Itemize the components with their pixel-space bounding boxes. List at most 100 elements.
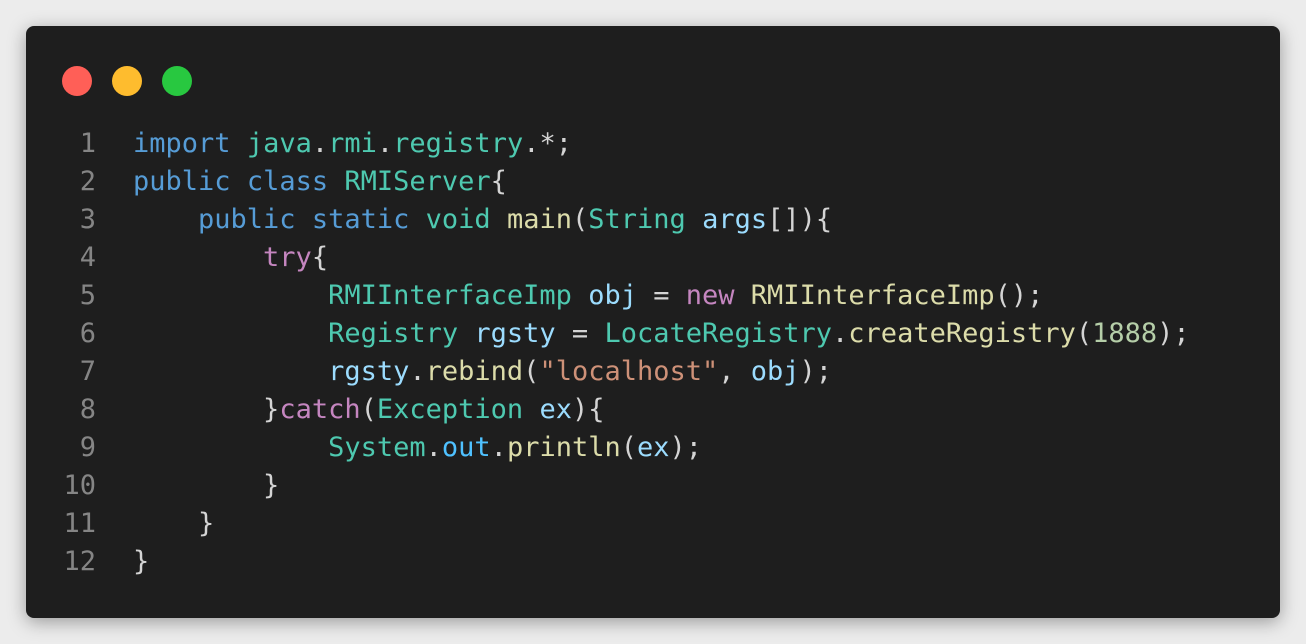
code-token: public (198, 204, 296, 235)
line-number: 2 (79, 166, 96, 197)
code-block[interactable]: 1 import java.rmi.registry.*; 2 public clas… (26, 125, 1280, 581)
code-token: } (198, 508, 215, 539)
line-source: try{ (96, 239, 328, 277)
code-token: ( (523, 356, 540, 387)
code-token: RMIServer (344, 166, 491, 197)
code-line: 10 } (26, 467, 1280, 505)
maximize-window-button[interactable] (162, 66, 192, 96)
line-source: import java.rmi.registry.*; (96, 125, 572, 163)
code-token: []){ (767, 204, 833, 235)
code-token: RMIInterfaceImp (750, 280, 995, 311)
code-token: } (263, 470, 280, 501)
code-token: RMIInterfaceImp (328, 280, 572, 311)
code-token: = (636, 280, 686, 311)
code-token: . (409, 356, 426, 387)
code-token: import (133, 128, 231, 159)
code-token: Exception (376, 394, 524, 425)
code-token: 1888 (1092, 318, 1158, 349)
code-token: out (441, 432, 491, 463)
line-number: 4 (79, 242, 96, 273)
line-source: rgsty.rebind("localhost", obj); (96, 353, 832, 391)
code-token: obj (588, 280, 637, 311)
line-source: public class RMIServer{ (96, 163, 507, 201)
code-token: "localhost" (539, 356, 719, 387)
code-token: void (425, 204, 491, 235)
code-token: String (588, 204, 686, 235)
code-token: , (718, 356, 751, 387)
code-token: } (133, 546, 150, 577)
code-token: . (490, 432, 507, 463)
code-line: 4 try{ (26, 239, 1280, 277)
line-source: } (96, 467, 279, 505)
line-source: public static void main(String args[]){ (96, 201, 832, 239)
code-token: Registry (328, 318, 459, 349)
line-number: 10 (63, 470, 96, 501)
code-token: .*; (523, 128, 572, 159)
code-token: static (311, 204, 410, 235)
code-line: 1 import java.rmi.registry.*; (26, 125, 1280, 163)
code-token: ( (571, 204, 589, 235)
code-token: . (376, 128, 394, 159)
code-token: . (425, 432, 442, 463)
minimize-window-button[interactable] (112, 66, 142, 96)
code-line: 6 Registry rgsty = LocateRegistry.create… (26, 315, 1280, 353)
code-token: { (490, 166, 507, 197)
code-token: ( (1075, 318, 1093, 349)
code-line: 3 public static void main(String args[])… (26, 201, 1280, 239)
line-number: 5 (79, 280, 96, 311)
code-token: obj (750, 356, 800, 387)
code-token: println (506, 432, 621, 463)
code-token: . (832, 318, 849, 349)
close-window-button[interactable] (62, 66, 92, 96)
code-token: java (246, 128, 312, 159)
line-number: 11 (63, 508, 96, 539)
line-number: 1 (79, 128, 96, 159)
code-token: catch (279, 394, 361, 425)
code-token: main (506, 204, 572, 235)
code-token: (); (994, 280, 1044, 311)
code-token: { (311, 242, 329, 273)
code-line: 12} (26, 543, 1280, 581)
code-token: rgsty (474, 318, 556, 349)
code-token: createRegistry (848, 318, 1076, 349)
code-token: ( (620, 432, 637, 463)
code-token: System (328, 432, 426, 463)
code-token: rmi (328, 128, 377, 159)
line-source: System.out.println(ex); (96, 429, 702, 467)
code-token: args (702, 204, 768, 235)
code-line: 2 public class RMIServer{ (26, 163, 1280, 201)
line-source: Registry rgsty = LocateRegistry.createRe… (96, 315, 1190, 353)
line-number: 7 (79, 356, 96, 387)
line-source: } (96, 505, 214, 543)
code-token: LocateRegistry (604, 318, 833, 349)
code-token: public (133, 166, 231, 197)
code-token: new (685, 280, 735, 311)
line-source: RMIInterfaceImp obj = new RMIInterfaceIm… (96, 277, 1043, 315)
code-line: 11 } (26, 505, 1280, 543)
line-source: }catch(Exception ex){ (96, 391, 604, 429)
code-token: } (263, 394, 280, 425)
code-token: . (311, 128, 329, 159)
code-token: ); (799, 356, 833, 387)
code-token: ); (1157, 318, 1190, 349)
code-token: rgsty (328, 356, 410, 387)
line-number: 9 (79, 432, 96, 463)
code-token: ( (360, 394, 377, 425)
code-token: try (263, 242, 312, 273)
code-line: 9 System.out.println(ex); (26, 429, 1280, 467)
